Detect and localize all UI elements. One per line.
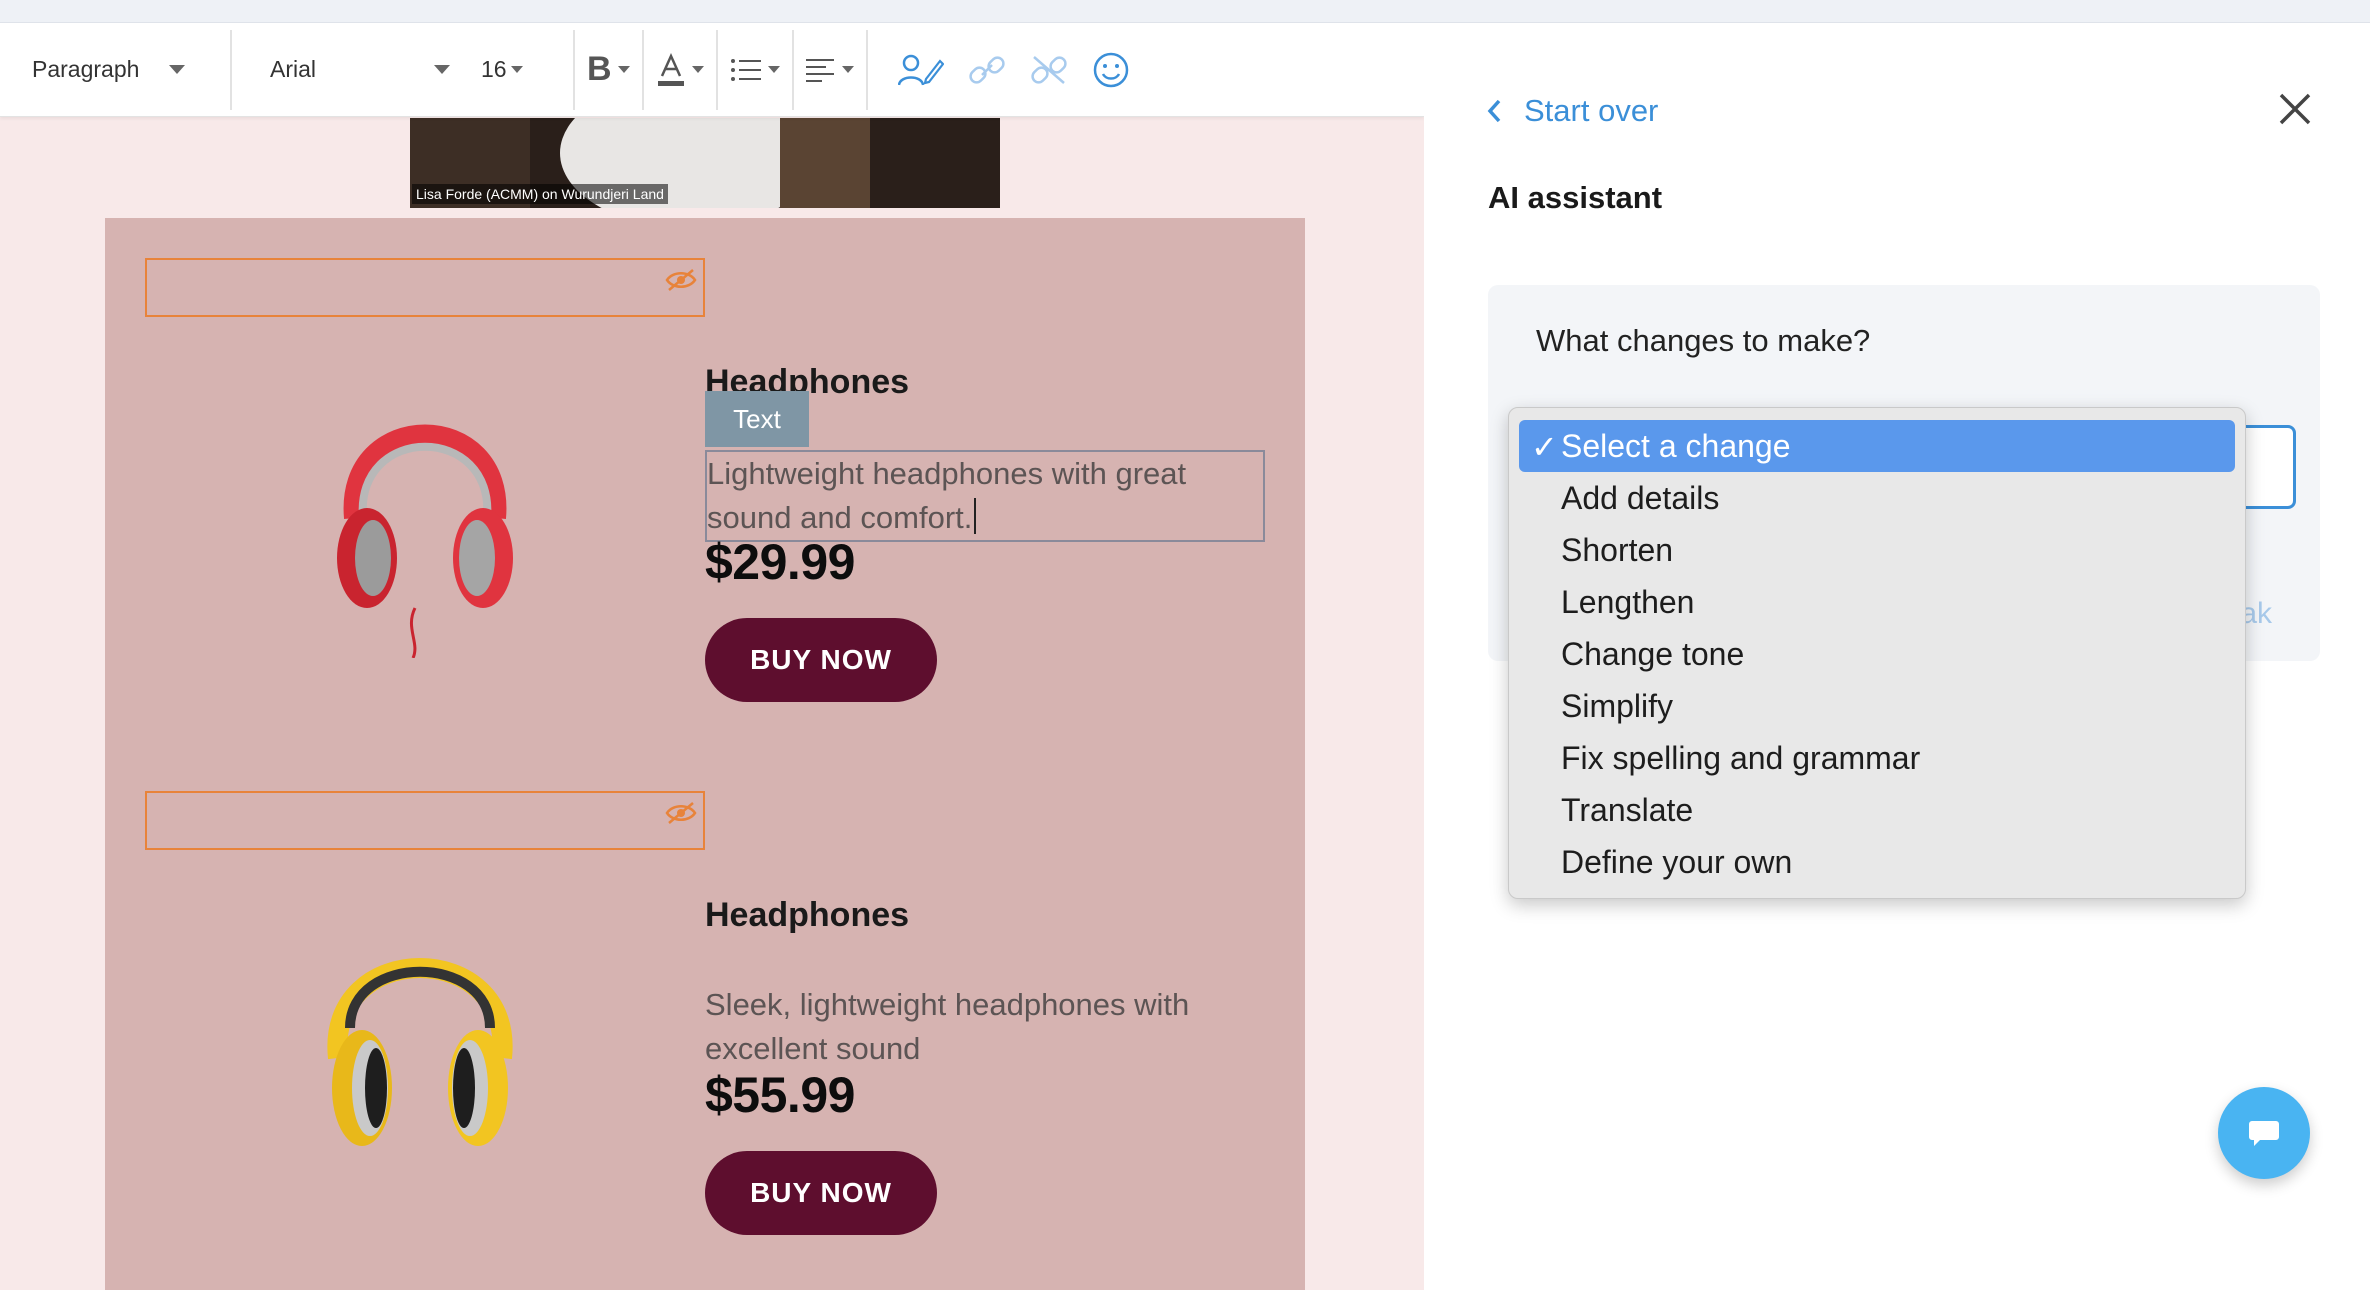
start-over-link[interactable]: Start over <box>1486 93 1658 129</box>
dropdown-option-label: Shorten <box>1561 531 1674 568</box>
change-dropdown-menu: ✓ Select a change Add details Shorten Le… <box>1508 407 2246 899</box>
chat-bubble-icon <box>2249 1121 2279 1146</box>
chevron-down-icon <box>169 65 186 74</box>
paragraph-style-select[interactable]: Paragraph <box>0 23 230 117</box>
align-left-icon <box>805 58 834 82</box>
link-button[interactable] <box>956 23 1018 117</box>
dropdown-option-label: Translate <box>1561 791 1694 828</box>
close-icon[interactable] <box>2277 91 2313 127</box>
dropdown-option-label: Change tone <box>1561 635 1745 672</box>
text-cursor <box>974 498 977 534</box>
dropdown-option-simplify[interactable]: Simplify <box>1519 680 2235 732</box>
font-family-select[interactable]: Arial <box>232 23 457 117</box>
hidden-block[interactable] <box>145 791 705 850</box>
dropdown-option-label: Fix spelling and grammar <box>1561 739 1921 776</box>
align-button[interactable] <box>794 23 866 117</box>
personalize-button[interactable] <box>868 23 956 117</box>
video-caption: Lisa Forde (ACMM) on Wurundjeri Land <box>412 184 668 204</box>
dropdown-option-lengthen[interactable]: Lengthen <box>1519 576 2235 628</box>
dropdown-option-change-tone[interactable]: Change tone <box>1519 628 2235 680</box>
change-question-label: What changes to make? <box>1536 323 1871 358</box>
buy-now-button[interactable]: BUY NOW <box>705 1151 937 1235</box>
email-editor: Paragraph Arial 16 B Lisa Forde (ACMM) o… <box>0 23 1424 1290</box>
numbered-list-icon <box>730 58 761 81</box>
dropdown-option-label: Add details <box>1561 479 1720 516</box>
hidden-block[interactable] <box>145 258 705 317</box>
link-icon <box>968 55 1005 84</box>
chevron-down-icon <box>767 66 780 73</box>
emoji-button[interactable] <box>1080 23 1142 117</box>
dropdown-option-select-a-change[interactable]: ✓ Select a change <box>1519 420 2235 472</box>
dropdown-option-label: Simplify <box>1561 687 1674 724</box>
dropdown-option-fix-spelling[interactable]: Fix spelling and grammar <box>1519 732 2235 784</box>
unlink-button[interactable] <box>1018 23 1080 117</box>
chevron-down-icon <box>841 66 854 73</box>
buy-now-button[interactable]: BUY NOW <box>705 618 937 702</box>
product-description-text: Lightweight headphones with great sound … <box>707 456 1187 535</box>
product-title: Headphones <box>705 896 910 934</box>
dropdown-option-add-details[interactable]: Add details <box>1519 472 2235 524</box>
bold-button[interactable]: B <box>575 23 642 117</box>
formatting-toolbar: Paragraph Arial 16 B <box>0 23 1424 117</box>
video-thumbnail[interactable]: Lisa Forde (ACMM) on Wurundjeri Land <box>410 118 1000 208</box>
bold-icon: B <box>587 50 612 88</box>
list-button[interactable] <box>718 23 792 117</box>
unlink-icon <box>1030 55 1067 84</box>
dropdown-option-translate[interactable]: Translate <box>1519 784 2235 836</box>
text-color-button[interactable] <box>644 23 716 117</box>
product-price: $55.99 <box>705 1067 855 1123</box>
product-section: Headphones Text Lightweight headphones w… <box>105 218 1305 1290</box>
product-description[interactable]: Sleek, lightweight headphones with excel… <box>705 983 1265 1071</box>
chevron-down-icon <box>691 66 704 73</box>
chevron-down-icon <box>434 65 451 74</box>
product-price: $29.99 <box>705 534 855 590</box>
dropdown-option-label: Lengthen <box>1561 583 1695 620</box>
chevron-left-icon <box>1487 99 1501 123</box>
dropdown-option-define-your-own[interactable]: Define your own <box>1519 836 2235 888</box>
dropdown-option-label: Select a change <box>1561 427 1791 464</box>
personalize-icon <box>897 54 944 85</box>
checkmark-icon: ✓ <box>1531 429 1558 465</box>
chevron-down-icon <box>510 66 523 73</box>
product-description[interactable]: Lightweight headphones with great sound … <box>705 450 1265 542</box>
yellow-headphones-image <box>327 958 513 1146</box>
paragraph-style-value: Paragraph <box>32 56 140 82</box>
start-over-label: Start over <box>1524 93 1659 128</box>
hidden-eye-icon <box>665 269 697 291</box>
text-block-tag: Text <box>705 391 809 447</box>
font-size-select[interactable]: 16 <box>457 23 573 117</box>
hidden-eye-icon <box>665 802 697 824</box>
chevron-down-icon <box>617 66 630 73</box>
panel-title: AI assistant <box>1488 180 1663 215</box>
chat-button[interactable] <box>2218 1087 2310 1179</box>
font-size-value: 16 <box>481 56 507 82</box>
dropdown-option-label: Define your own <box>1561 843 1793 880</box>
top-strip <box>0 0 2370 23</box>
text-color-icon <box>657 52 684 86</box>
font-family-value: Arial <box>270 56 317 82</box>
emoji-icon <box>1093 52 1128 87</box>
dropdown-option-shorten[interactable]: Shorten <box>1519 524 2235 576</box>
red-headphones-image <box>337 424 513 658</box>
